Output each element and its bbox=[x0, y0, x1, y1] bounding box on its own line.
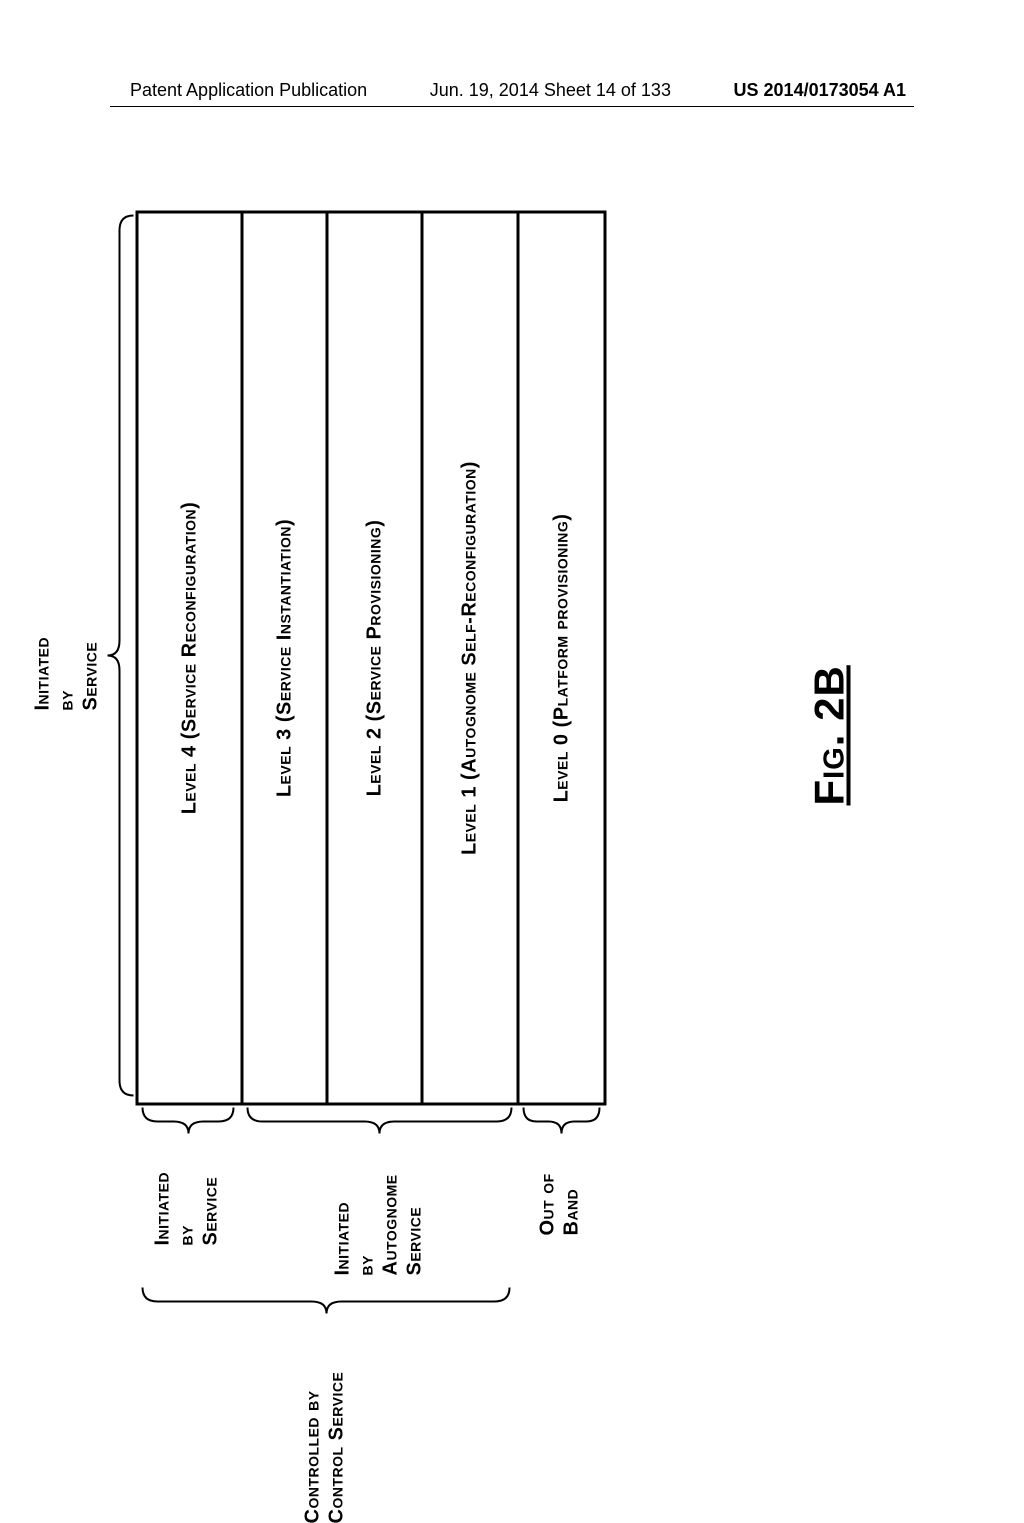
bracket-autognome-brace bbox=[243, 1105, 517, 1135]
bracket-service-label-redo: Initiated by Service bbox=[151, 1171, 223, 1245]
level-2-box: Level 2 (Service Provisioning) bbox=[326, 210, 421, 1105]
bracket-outofband-brace bbox=[519, 1105, 605, 1135]
level-0-box: Level 0 (Platform provisioning) bbox=[517, 210, 607, 1105]
header-publication: Patent Application Publication bbox=[130, 80, 367, 101]
bracket-initiated-service bbox=[106, 210, 136, 1100]
bracket-outofband-label: Out of Band bbox=[536, 1173, 584, 1235]
bracket-controlled-label: Controlled by Control Service bbox=[301, 1371, 349, 1523]
level-2-label: Level 2 (Service Provisioning) bbox=[363, 519, 386, 796]
bracket-initiated-autognome bbox=[246, 210, 276, 1100]
diagram-rotated: Level 4 (Service Reconfiguration) Level … bbox=[136, 210, 866, 1105]
level-1-box: Level 1 (Autognome Self-Reconfiguration) bbox=[421, 210, 517, 1105]
level-4-box: Level 4 (Service Reconfiguration) bbox=[136, 210, 241, 1105]
bracket-service-brace bbox=[138, 1105, 239, 1135]
level-4-label: Level 4 (Service Reconfiguration) bbox=[178, 501, 201, 814]
level-3-label: Level 3 (Service Instantiation) bbox=[273, 518, 296, 796]
diagram-container: Level 4 (Service Reconfiguration) Level … bbox=[135, 210, 865, 1105]
header-date-sheet: Jun. 19, 2014 Sheet 14 of 133 bbox=[430, 80, 671, 101]
level-0-label: Level 0 (Platform provisioning) bbox=[550, 513, 573, 802]
levels-stack: Level 4 (Service Reconfiguration) Level … bbox=[136, 210, 607, 1105]
header-divider bbox=[110, 106, 914, 107]
bracket-initiated-service-label: Initiated by Service bbox=[31, 636, 103, 710]
bracket-controlled-brace bbox=[138, 1285, 515, 1315]
page-header: Patent Application Publication Jun. 19, … bbox=[0, 80, 1024, 101]
figure-label: Fig. 2B bbox=[806, 665, 854, 805]
header-patent-number: US 2014/0173054 A1 bbox=[734, 80, 906, 101]
bracket-autognome-label: Initiated by Autognome Service bbox=[331, 1174, 427, 1275]
level-1-label: Level 1 (Autognome Self-Reconfiguration) bbox=[459, 461, 482, 855]
